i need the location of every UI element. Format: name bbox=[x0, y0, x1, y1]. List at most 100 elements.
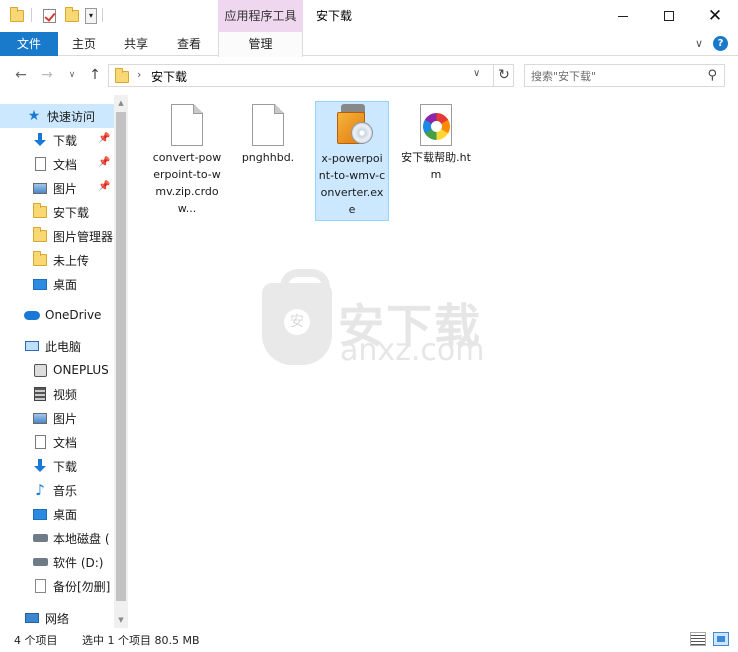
nav-pc-pictures[interactable]: 图片 bbox=[0, 406, 114, 430]
nav-item-label: 桌面 bbox=[53, 277, 78, 292]
file-name: 安下载帮助.htm bbox=[401, 151, 471, 181]
scroll-down-arrow-icon[interactable]: ▼ bbox=[114, 612, 128, 628]
blank-file-icon bbox=[171, 104, 203, 146]
nav-drive-d[interactable]: 软件 (D:) bbox=[0, 550, 114, 574]
nav-videos[interactable]: 视频 bbox=[0, 382, 114, 406]
breadcrumb-current-folder[interactable]: 安下载 bbox=[151, 68, 187, 85]
window-title: 安下载 bbox=[316, 9, 353, 23]
file-item[interactable]: pnghhbd. bbox=[231, 101, 305, 168]
html-file-icon bbox=[420, 104, 452, 146]
refresh-icon[interactable]: ↻ bbox=[493, 64, 514, 87]
title-bar: ▾ 应用程序工具 安下载 ✕ bbox=[0, 0, 738, 33]
maximize-icon bbox=[664, 11, 674, 21]
nav-desktop[interactable]: 桌面 bbox=[0, 272, 114, 296]
pin-icon[interactable]: 📌 bbox=[98, 133, 110, 144]
nav-folder-anxz[interactable]: 安下载 bbox=[0, 200, 114, 224]
nav-pc-documents[interactable]: 文档 bbox=[0, 430, 114, 454]
nav-documents[interactable]: 文档 📌 bbox=[0, 152, 114, 176]
file-item-selected[interactable]: x-powerpoint-to-wmv-converter.exe bbox=[315, 101, 389, 221]
breadcrumb-chevron-icon[interactable]: › bbox=[137, 68, 141, 81]
item-count: 4 个项目 bbox=[14, 634, 58, 647]
nav-folder-picture-manager[interactable]: 图片管理器 bbox=[0, 224, 114, 248]
nav-item-label: 本地磁盘 ( bbox=[53, 531, 110, 546]
watermark-shield-glyph: 安 bbox=[284, 309, 310, 335]
nav-downloads[interactable]: 下载 📌 bbox=[0, 128, 114, 152]
address-bar[interactable]: › 安下载 ∨ ↻ bbox=[108, 64, 514, 87]
close-button[interactable]: ✕ bbox=[692, 0, 738, 32]
minimize-button[interactable] bbox=[600, 0, 646, 32]
search-box[interactable]: ⚲ bbox=[524, 64, 725, 87]
watermark-url: anxz.com bbox=[340, 333, 485, 368]
watermark-shield-logo: 安 bbox=[262, 269, 332, 365]
folder-icon bbox=[32, 203, 48, 220]
file-icon bbox=[32, 578, 48, 594]
help-icon[interactable]: ? bbox=[713, 36, 728, 51]
new-folder-icon[interactable] bbox=[63, 7, 81, 25]
customize-quick-access-button[interactable]: ▾ bbox=[84, 7, 98, 25]
file-item[interactable]: 安下载帮助.htm bbox=[399, 101, 473, 185]
nav-item-label: 桌面 bbox=[53, 507, 78, 522]
file-name: convert-powerpoint-to-wmv.zip.crdow... bbox=[152, 151, 222, 215]
nav-music[interactable]: ♪ 音乐 bbox=[0, 478, 114, 502]
music-icon: ♪ bbox=[35, 481, 45, 499]
pin-icon[interactable]: 📌 bbox=[98, 181, 110, 192]
up-arrow-icon[interactable]: ↑ bbox=[86, 66, 104, 84]
nav-local-disk[interactable]: 本地磁盘 ( bbox=[0, 526, 114, 550]
nav-item-label: 网络 bbox=[45, 611, 70, 626]
nav-item-label: 安下载 bbox=[53, 205, 90, 220]
document-icon bbox=[32, 156, 48, 172]
nav-network[interactable]: 网络 bbox=[0, 606, 114, 628]
back-arrow-icon[interactable]: ← bbox=[12, 66, 30, 84]
nav-item-label: OneDrive bbox=[45, 308, 102, 322]
scroll-up-arrow-icon[interactable]: ▲ bbox=[114, 95, 128, 111]
large-icons-view-icon[interactable] bbox=[713, 632, 729, 646]
file-item[interactable]: convert-powerpoint-to-wmv.zip.crdow... bbox=[150, 101, 224, 219]
tab-manage[interactable]: 管理 bbox=[218, 32, 303, 57]
nav-oneplus-device[interactable]: ONEPLUS bbox=[0, 358, 114, 382]
recent-locations-chevron-icon[interactable]: ∨ bbox=[63, 66, 81, 84]
scrollbar-thumb[interactable] bbox=[116, 112, 126, 601]
selection-info: 选中 1 个项目 80.5 MB bbox=[82, 634, 200, 647]
search-icon[interactable]: ⚲ bbox=[707, 68, 717, 83]
tab-home[interactable]: 主页 bbox=[66, 32, 102, 56]
pictures-icon bbox=[32, 410, 48, 426]
local-disk-icon bbox=[32, 530, 48, 546]
address-history-chevron-icon[interactable]: ∨ bbox=[473, 68, 480, 79]
nav-item-label: 图片 bbox=[53, 411, 78, 426]
desktop-icon bbox=[32, 506, 48, 522]
document-icon bbox=[32, 434, 48, 450]
nav-item-label: 下载 bbox=[53, 133, 78, 148]
search-input[interactable] bbox=[531, 68, 701, 84]
tab-share[interactable]: 共享 bbox=[118, 32, 154, 56]
contextual-tab-group-label: 应用程序工具 bbox=[218, 0, 303, 33]
phone-device-icon bbox=[32, 362, 48, 378]
nav-quick-access[interactable]: ★ 快速访问 bbox=[0, 104, 114, 128]
nav-item-label: 文档 bbox=[53, 435, 78, 450]
tab-file[interactable]: 文件 bbox=[0, 32, 58, 56]
nav-item-label: ONEPLUS bbox=[53, 363, 109, 377]
nav-item-label: 快速访问 bbox=[47, 109, 96, 124]
pin-icon[interactable]: 📌 bbox=[98, 157, 110, 168]
toolbar-divider bbox=[102, 8, 103, 22]
nav-this-pc[interactable]: 此电脑 bbox=[0, 334, 114, 358]
nav-pictures[interactable]: 图片 📌 bbox=[0, 176, 114, 200]
properties-check-icon[interactable] bbox=[40, 7, 58, 25]
minimize-icon bbox=[618, 15, 628, 17]
navigation-pane: ★ 快速访问 下载 📌 文档 📌 图片 📌 安下载 图片管理器 未上传 桌面 OneDr… bbox=[0, 95, 128, 628]
nav-scrollbar[interactable]: ▲ ▼ bbox=[114, 95, 128, 628]
nav-pc-desktop[interactable]: 桌面 bbox=[0, 502, 114, 526]
file-name: x-powerpoint-to-wmv-converter.exe bbox=[318, 152, 386, 216]
nav-pc-downloads[interactable]: 下载 bbox=[0, 454, 114, 478]
forward-arrow-icon[interactable]: → bbox=[38, 66, 56, 84]
nav-item-label: 文档 bbox=[53, 157, 78, 172]
maximize-button[interactable] bbox=[646, 0, 692, 32]
details-view-icon[interactable] bbox=[690, 632, 706, 646]
status-bar: 4 个项目 选中 1 个项目 80.5 MB bbox=[0, 628, 738, 652]
address-row: ← → ∨ ↑ › 安下载 ∨ ↻ ⚲ bbox=[0, 57, 738, 93]
nav-onedrive[interactable]: OneDrive bbox=[0, 303, 114, 327]
collapse-ribbon-chevron-icon[interactable]: ∨ bbox=[695, 37, 703, 50]
nav-backup[interactable]: 备份[勿删] bbox=[0, 574, 114, 598]
ribbon-tabs: 文件 主页 共享 查看 管理 ∨ ? bbox=[0, 32, 738, 57]
nav-folder-not-uploaded[interactable]: 未上传 bbox=[0, 248, 114, 272]
tab-view[interactable]: 查看 bbox=[171, 32, 207, 56]
